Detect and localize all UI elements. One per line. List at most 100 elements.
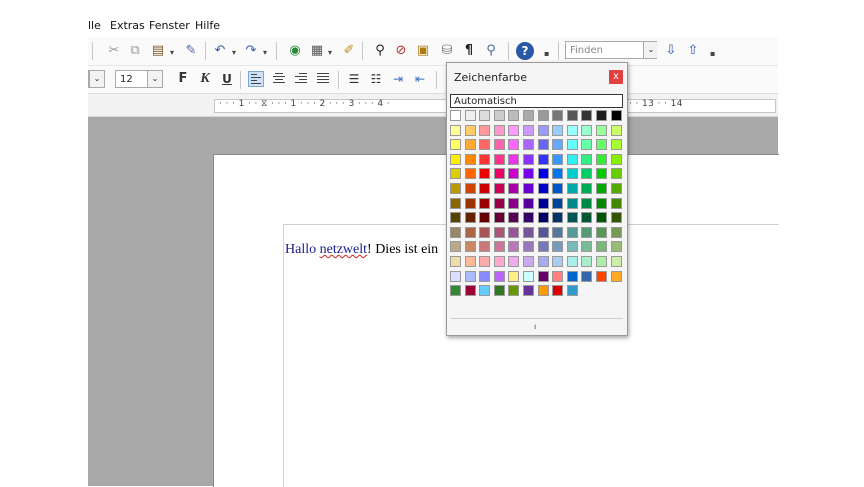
color-swatch[interactable] xyxy=(610,124,622,136)
horizontal-ruler[interactable]: · · · 1 · · ⧖ · · · 1 · · · 2 · · · 3 · … xyxy=(88,94,778,117)
color-swatch[interactable] xyxy=(493,270,505,282)
color-swatch[interactable] xyxy=(566,226,578,238)
color-swatch[interactable] xyxy=(523,285,534,297)
paste-dropdown-icon[interactable]: ▾ xyxy=(170,48,174,57)
image-icon[interactable]: ▣ xyxy=(414,42,432,60)
color-swatch[interactable] xyxy=(523,212,534,224)
increase-indent-icon[interactable]: ⇥ xyxy=(389,70,407,88)
color-swatch[interactable] xyxy=(596,226,607,238)
color-swatch[interactable] xyxy=(596,241,607,253)
color-swatch[interactable] xyxy=(464,241,476,253)
color-swatch[interactable] xyxy=(610,256,622,267)
zoom-icon[interactable]: ⚲ xyxy=(482,42,500,60)
color-swatch[interactable] xyxy=(479,285,491,297)
find-replace-icon[interactable]: ⚲ xyxy=(371,42,389,60)
table-icon[interactable]: ▦ xyxy=(308,42,326,60)
color-swatch[interactable] xyxy=(450,197,461,209)
color-swatch[interactable] xyxy=(566,183,578,194)
color-swatch[interactable] xyxy=(523,168,534,180)
color-swatch[interactable] xyxy=(552,110,564,121)
color-swatch[interactable] xyxy=(552,256,564,267)
color-swatch[interactable] xyxy=(537,168,549,180)
paste-icon[interactable]: ▤ xyxy=(149,42,167,60)
database-icon[interactable]: ⛁ xyxy=(438,42,456,60)
color-swatch[interactable] xyxy=(450,285,461,297)
color-swatch[interactable] xyxy=(479,241,491,253)
color-swatch[interactable] xyxy=(596,270,607,282)
color-swatch[interactable] xyxy=(523,110,534,121)
color-swatch[interactable] xyxy=(508,183,520,194)
color-swatch[interactable] xyxy=(596,256,607,267)
color-swatch[interactable] xyxy=(464,168,476,180)
undo-dropdown-icon[interactable]: ▾ xyxy=(232,48,236,57)
color-swatch[interactable] xyxy=(523,153,534,165)
color-swatch[interactable] xyxy=(566,256,578,267)
copy-icon[interactable]: ⧉ xyxy=(126,42,144,60)
numbered-list-icon[interactable]: ☰ xyxy=(345,70,363,88)
color-swatch[interactable] xyxy=(493,168,505,180)
color-swatch[interactable] xyxy=(537,212,549,224)
color-swatch[interactable] xyxy=(581,256,593,267)
color-swatch[interactable] xyxy=(537,285,549,297)
color-swatch[interactable] xyxy=(566,241,578,253)
color-swatch[interactable] xyxy=(479,226,491,238)
color-swatch[interactable] xyxy=(493,124,505,136)
color-swatch[interactable] xyxy=(493,197,505,209)
color-swatch[interactable] xyxy=(523,139,534,151)
document-text[interactable]: Hallo netzwelt! Dies ist ein xyxy=(285,242,438,258)
color-swatch[interactable] xyxy=(596,153,607,165)
color-swatch[interactable] xyxy=(552,212,564,224)
color-swatch[interactable] xyxy=(610,139,622,151)
color-swatch[interactable] xyxy=(493,241,505,253)
color-swatch[interactable] xyxy=(450,226,461,238)
color-swatch[interactable] xyxy=(566,110,578,121)
color-swatch[interactable] xyxy=(581,168,593,180)
color-swatch[interactable] xyxy=(537,270,549,282)
color-swatch[interactable] xyxy=(552,226,564,238)
decrease-indent-icon[interactable]: ⇤ xyxy=(411,70,429,88)
color-swatch[interactable] xyxy=(566,168,578,180)
color-swatch[interactable] xyxy=(581,226,593,238)
color-swatch[interactable] xyxy=(596,168,607,180)
color-swatch[interactable] xyxy=(464,197,476,209)
close-button[interactable]: x xyxy=(609,70,623,84)
color-swatch[interactable] xyxy=(537,139,549,151)
color-swatch[interactable] xyxy=(464,110,476,121)
color-swatch[interactable] xyxy=(552,168,564,180)
color-swatch[interactable] xyxy=(566,285,578,297)
color-swatch[interactable] xyxy=(479,270,491,282)
color-swatch[interactable] xyxy=(479,183,491,194)
color-swatch[interactable] xyxy=(508,124,520,136)
color-swatch[interactable] xyxy=(493,110,505,121)
menu-format[interactable]: lle xyxy=(88,19,101,32)
color-swatch[interactable] xyxy=(464,139,476,151)
color-swatch[interactable] xyxy=(450,183,461,194)
color-swatch[interactable] xyxy=(610,197,622,209)
color-swatch[interactable] xyxy=(523,124,534,136)
color-swatch[interactable] xyxy=(464,153,476,165)
color-swatch[interactable] xyxy=(523,226,534,238)
color-swatch[interactable] xyxy=(450,110,461,121)
color-swatch[interactable] xyxy=(552,139,564,151)
color-swatch[interactable] xyxy=(508,139,520,151)
color-swatch[interactable] xyxy=(566,139,578,151)
color-swatch[interactable] xyxy=(450,139,461,151)
color-swatch[interactable] xyxy=(508,270,520,282)
redo-icon[interactable]: ↷ xyxy=(242,42,260,60)
color-swatch[interactable] xyxy=(508,226,520,238)
color-swatch[interactable] xyxy=(581,124,593,136)
font-size-dropdown-icon[interactable]: ⌄ xyxy=(147,71,162,87)
color-swatch[interactable] xyxy=(581,197,593,209)
hyperlink-icon[interactable]: ◉ xyxy=(286,42,304,60)
color-swatch[interactable] xyxy=(479,153,491,165)
spellcheck-icon[interactable]: ⊘ xyxy=(392,42,410,60)
menu-help[interactable]: Hilfe xyxy=(195,19,220,32)
color-swatch[interactable] xyxy=(523,241,534,253)
color-swatch[interactable] xyxy=(581,183,593,194)
misspelled-word[interactable]: netzwelt xyxy=(320,242,367,257)
color-swatch[interactable] xyxy=(479,256,491,267)
color-swatch[interactable] xyxy=(508,153,520,165)
bold-button[interactable]: F xyxy=(174,70,192,88)
color-swatch[interactable] xyxy=(508,197,520,209)
color-swatch[interactable] xyxy=(508,212,520,224)
